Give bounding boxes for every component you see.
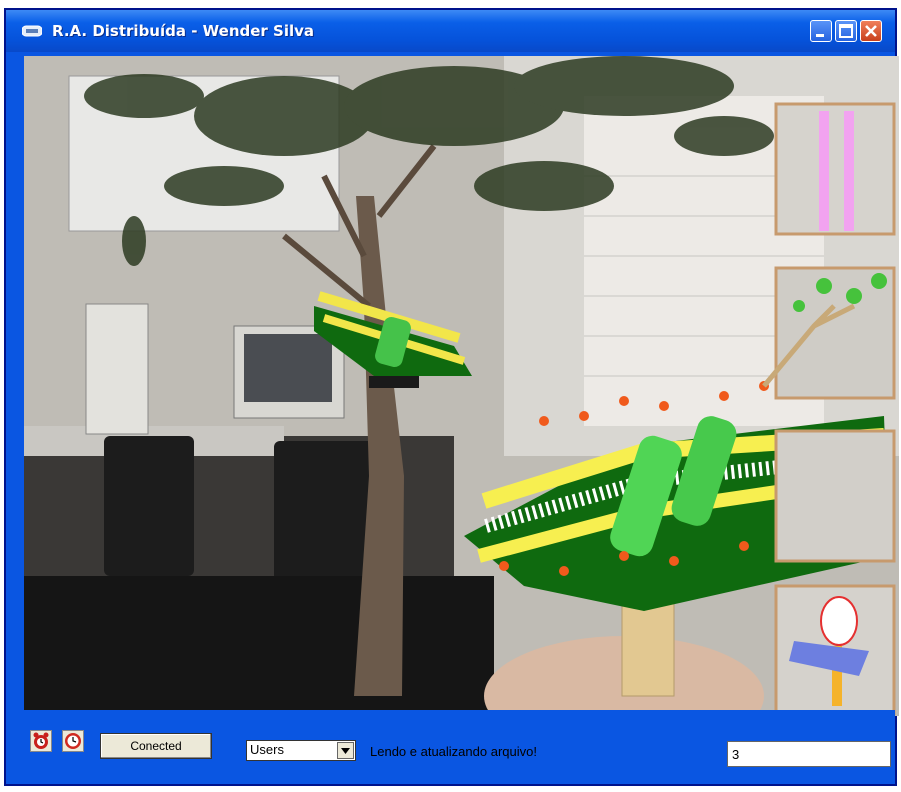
alarm-clock-icon: [33, 732, 49, 749]
users-dropdown[interactable]: Users: [246, 740, 356, 761]
maximize-button[interactable]: [835, 20, 857, 42]
chevron-down-icon: [341, 748, 350, 754]
window-title: R.A. Distribuída - Wender Silva: [52, 22, 315, 40]
ar-camera-view[interactable]: [24, 56, 899, 716]
marker-paddle: [621, 595, 675, 697]
close-button[interactable]: [860, 20, 882, 42]
marker-frame-1: [774, 102, 896, 236]
minimize-button[interactable]: [810, 20, 832, 42]
dropdown-arrow[interactable]: [337, 742, 354, 759]
maximize-icon: [839, 24, 853, 38]
clock-button[interactable]: [62, 730, 84, 752]
close-icon: [865, 25, 877, 37]
app-window: R.A. Distribuída - Wender Silva: [4, 8, 899, 786]
chair: [104, 436, 194, 576]
title-bar[interactable]: R.A. Distribuída - Wender Silva: [6, 10, 895, 52]
alarm-button[interactable]: [30, 730, 52, 752]
status-text: Lendo e atualizando arquivo!: [370, 744, 537, 759]
connect-button[interactable]: Conected: [100, 733, 212, 759]
marker-frame-3: [774, 429, 896, 563]
app-icon: [22, 25, 42, 37]
clock-icon: [65, 733, 81, 749]
computer-tower: [85, 303, 149, 435]
ar-scene: [24, 56, 899, 716]
count-field[interactable]: 3: [727, 741, 891, 767]
minimize-icon: [816, 34, 824, 37]
users-dropdown-value: Users: [250, 742, 284, 757]
